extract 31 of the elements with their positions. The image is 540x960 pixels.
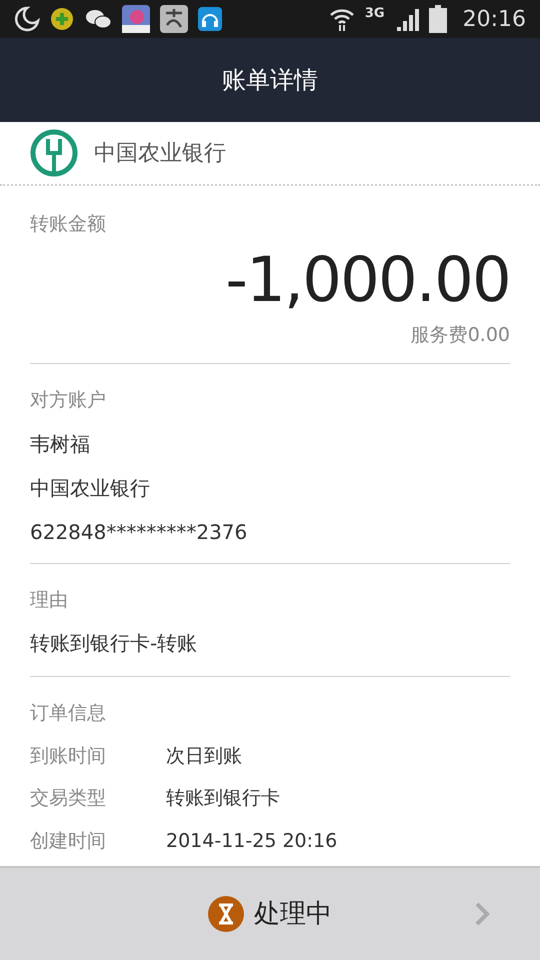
bank-logo-icon [30, 129, 78, 177]
signal-icon [394, 7, 419, 31]
app-icon [50, 7, 74, 31]
bank-name: 中国农业银行 [94, 140, 226, 168]
field-label: 创建时间 [30, 828, 107, 854]
payee-bank: 中国农业银行 [30, 474, 151, 502]
network-type: 3G [364, 5, 385, 23]
chevron-right-icon [474, 901, 490, 927]
section-label: 转账金额 [30, 212, 107, 237]
app-icon [122, 5, 150, 33]
battery-icon [428, 5, 447, 33]
field-value: 次日到账 [166, 744, 242, 769]
hourglass-icon [208, 896, 244, 932]
field-value: 2014-11-25 20:16 [166, 828, 338, 854]
transfer-amount: -1,000.00 [225, 242, 510, 317]
section-label: 订单信息 [30, 701, 107, 726]
service-fee: 服务费0.00 [410, 322, 510, 348]
clock-time: 20:16 [462, 6, 526, 34]
payee-name: 韦树福 [30, 430, 91, 458]
field-value: 转账到银行卡 [166, 786, 280, 812]
headphones-icon [198, 7, 222, 31]
status-button[interactable]: 处理中 [0, 866, 540, 960]
page-title: 账单详情 [222, 65, 318, 96]
field-label: 交易类型 [30, 786, 107, 812]
account-number: 622848*********2376 [30, 518, 248, 546]
field-label: 到账时间 [30, 744, 107, 769]
reason-text: 转账到银行卡-转账 [30, 630, 198, 658]
section-label: 对方账户 [30, 388, 107, 414]
app-icon [160, 5, 188, 33]
section-label: 理由 [30, 588, 69, 613]
moon-icon [14, 6, 40, 32]
